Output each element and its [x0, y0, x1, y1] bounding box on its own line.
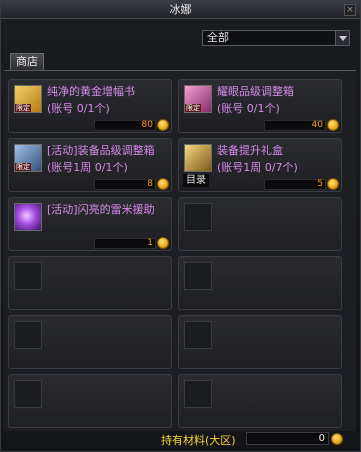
- item-name: 耀眼品级调整箱: [217, 85, 294, 98]
- catalog-tooltip: 目录: [183, 174, 209, 187]
- item-name: [活动]闪亮的雷米援助: [47, 203, 155, 216]
- empty-slot: [8, 256, 172, 310]
- limited-badge: 限定: [15, 163, 31, 171]
- coin-icon: [327, 178, 339, 190]
- empty-slot: [8, 315, 172, 369]
- empty-slot: [178, 197, 342, 251]
- coin-icon: [157, 178, 169, 190]
- empty-icon-slot: [184, 380, 212, 408]
- item-limit: (账号 0/1个): [217, 102, 280, 115]
- title-bar: 冰娜 ×: [1, 1, 360, 19]
- limited-badge: 限定: [15, 104, 31, 112]
- empty-slot: [178, 256, 342, 310]
- item-card[interactable]: 限定 纯净的黄金增幅书 (账号 0/1个) 80: [8, 79, 172, 133]
- item-name: 装备提升礼盒: [217, 144, 283, 157]
- empty-slot: [178, 315, 342, 369]
- item-card[interactable]: [活动]闪亮的雷米援助 1: [8, 197, 172, 251]
- empty-slot: [178, 374, 342, 428]
- item-price: 8: [94, 179, 156, 190]
- item-limit: (账号1周 0/7个): [217, 161, 298, 174]
- window-title: 冰娜: [169, 3, 192, 16]
- empty-icon-slot: [184, 321, 212, 349]
- purple-orb-icon: [14, 203, 42, 231]
- item-price: 80: [94, 120, 156, 131]
- coin-icon: [327, 119, 339, 131]
- material-label: 持有材料(大区): [161, 434, 236, 447]
- item-card[interactable]: 限定 [活动]装备品级调整箱 (账号1周 0/1个) 8: [8, 138, 172, 192]
- item-name: [活动]装备品级调整箱: [47, 144, 155, 157]
- empty-icon-slot: [14, 321, 42, 349]
- item-card[interactable]: 限定 耀眼品级调整箱 (账号 0/1个) 40: [178, 79, 342, 133]
- filter-dropdown[interactable]: 全部: [202, 30, 350, 46]
- item-price: 40: [264, 120, 326, 131]
- item-price: 1: [94, 238, 156, 249]
- shop-window: 冰娜 × 全部 商店 限定 纯净的黄金增幅书 (账号 0/1个) 80 限定 耀…: [0, 0, 361, 452]
- item-limit: (账号1周 0/1个): [47, 161, 128, 174]
- empty-icon-slot: [184, 203, 212, 231]
- item-grid: 限定 纯净的黄金增幅书 (账号 0/1个) 80 限定 耀眼品级调整箱 (账号 …: [4, 71, 356, 431]
- item-name: 纯净的黄金增幅书: [47, 85, 135, 98]
- empty-slot: [8, 374, 172, 428]
- coin-icon: [157, 119, 169, 131]
- empty-icon-slot: [184, 262, 212, 290]
- close-icon[interactable]: ×: [344, 4, 356, 16]
- chevron-down-icon[interactable]: [335, 31, 349, 45]
- gold-book-icon: 限定: [14, 85, 42, 113]
- empty-icon-slot: [14, 262, 42, 290]
- filter-selected: 全部: [207, 31, 229, 44]
- blue-box-icon: 限定: [14, 144, 42, 172]
- empty-icon-slot: [14, 380, 42, 408]
- tab-shop[interactable]: 商店: [10, 53, 44, 70]
- coin-icon: [331, 433, 343, 445]
- gift-box-icon: [184, 144, 212, 172]
- pink-box-icon: 限定: [184, 85, 212, 113]
- material-value: 0: [246, 432, 329, 445]
- limited-badge: 限定: [185, 104, 201, 112]
- coin-icon: [157, 237, 169, 249]
- item-price: 5: [264, 179, 326, 190]
- item-limit: (账号 0/1个): [47, 102, 110, 115]
